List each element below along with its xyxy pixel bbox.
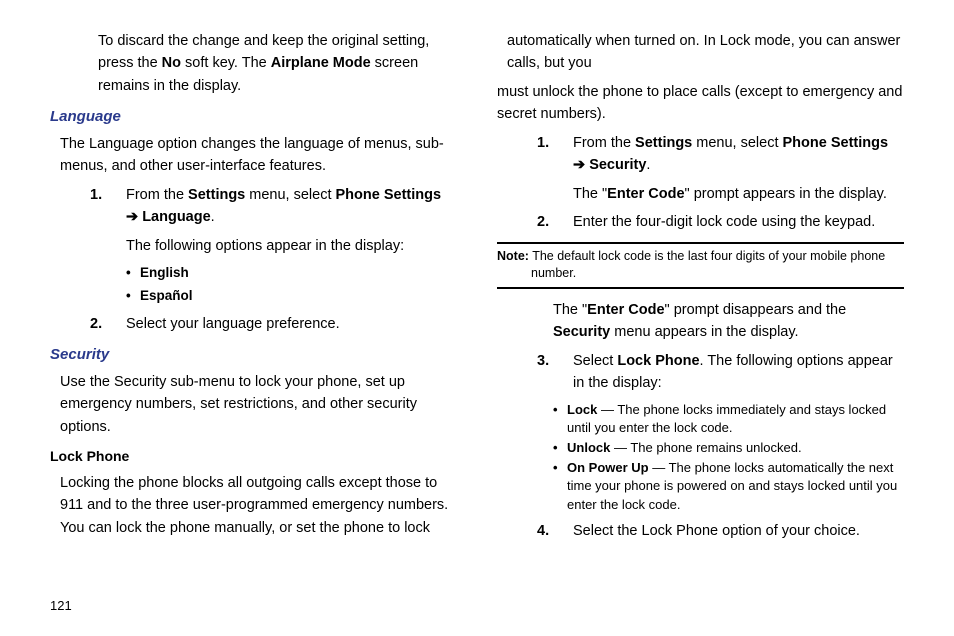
enter-code-label: Enter Code xyxy=(587,302,664,318)
text: From the xyxy=(573,135,635,151)
text: From the xyxy=(126,187,188,203)
language-step-1-sub: The following options appear in the disp… xyxy=(126,235,457,257)
settings-label: Settings xyxy=(635,135,692,151)
lock-step-1: 1. From the Settings menu, select Phone … xyxy=(497,132,904,205)
text: " prompt disappears and the xyxy=(665,302,847,318)
airplane-mode-label: Airplane Mode xyxy=(271,55,371,71)
discard-paragraph: To discard the change and keep the origi… xyxy=(98,30,457,97)
lock-phone-heading: Lock Phone xyxy=(50,446,457,468)
step-number: 4. xyxy=(537,520,549,542)
phone-settings-label: Phone Settings xyxy=(783,135,889,151)
after-note-paragraph: The "Enter Code" prompt disappears and t… xyxy=(553,299,904,344)
language-options: English Español xyxy=(50,263,457,307)
language-step-1: 1. From the Settings menu, select Phone … xyxy=(50,184,457,257)
security-intro: Use the Security sub-menu to lock your p… xyxy=(60,371,457,438)
text: Select the Lock Phone option of your cho… xyxy=(573,523,860,539)
lock-steps-cont2: 4. Select the Lock Phone option of your … xyxy=(497,520,904,542)
lock-option-on-power-up: On Power Up — The phone locks automatica… xyxy=(497,459,904,514)
text: English xyxy=(140,265,189,280)
language-option-english: English xyxy=(50,263,457,284)
lock-step-2: 2. Enter the four-digit lock code using … xyxy=(497,211,904,233)
step-number: 3. xyxy=(537,350,549,372)
page-number: 121 xyxy=(50,596,72,616)
language-label: Language xyxy=(142,209,210,225)
lock-phone-label: Lock Phone xyxy=(617,353,699,369)
text: The " xyxy=(553,302,587,318)
enter-code-label: Enter Code xyxy=(607,186,684,202)
security-label: Security xyxy=(553,324,610,340)
text: Enter the four-digit lock code using the… xyxy=(573,214,875,230)
text: Unlock xyxy=(567,440,610,455)
step-number: 1. xyxy=(537,132,549,154)
lock-step-3: 3. Select Lock Phone. The following opti… xyxy=(497,350,904,395)
step-number: 1. xyxy=(90,184,102,206)
text: The default lock code is the last four d… xyxy=(529,249,885,281)
lock-steps: 1. From the Settings menu, select Phone … xyxy=(497,132,904,234)
no-softkey: No xyxy=(162,55,181,71)
arrow-icon: ➔ xyxy=(573,157,589,173)
lock-step-4: 4. Select the Lock Phone option of your … xyxy=(497,520,904,542)
text: " prompt appears in the display. xyxy=(685,186,887,202)
text: Lock xyxy=(567,402,597,417)
text: menu, select xyxy=(692,135,782,151)
lock-step-1-sub: The "Enter Code" prompt appears in the d… xyxy=(573,183,904,205)
text: soft key. The xyxy=(181,55,271,71)
lock-option-unlock: Unlock — The phone remains unlocked. xyxy=(497,439,904,457)
language-steps-cont: 2. Select your language preference. xyxy=(50,313,457,335)
settings-label: Settings xyxy=(188,187,245,203)
text: Español xyxy=(140,288,193,303)
manual-page: To discard the change and keep the origi… xyxy=(0,0,954,636)
language-steps: 1. From the Settings menu, select Phone … xyxy=(50,184,457,257)
language-intro: The Language option changes the language… xyxy=(60,133,457,178)
note-box: Note: The default lock code is the last … xyxy=(497,242,904,289)
text: . xyxy=(646,157,650,173)
text: — The phone remains unlocked. xyxy=(610,440,801,455)
text: Select your language preference. xyxy=(126,316,340,332)
arrow-icon: ➔ xyxy=(126,209,142,225)
step-number: 2. xyxy=(537,211,549,233)
step-number: 2. xyxy=(90,313,102,335)
text: — The phone locks immediately and stays … xyxy=(567,402,886,435)
text: . xyxy=(211,209,215,225)
language-step-2: 2. Select your language preference. xyxy=(50,313,457,335)
language-heading: Language xyxy=(50,105,457,128)
text: Select xyxy=(573,353,617,369)
note-text: Note: The default lock code is the last … xyxy=(497,248,904,283)
text: On Power Up xyxy=(567,460,649,475)
lock-options: Lock — The phone locks immediately and s… xyxy=(497,401,904,514)
lock-phone-intro-cont: must unlock the phone to place calls (ex… xyxy=(497,81,904,126)
language-option-espanol: Español xyxy=(50,286,457,307)
security-label: Security xyxy=(589,157,646,173)
phone-settings-label: Phone Settings xyxy=(336,187,442,203)
lock-steps-cont: 3. Select Lock Phone. The following opti… xyxy=(497,350,904,395)
lock-option-lock: Lock — The phone locks immediately and s… xyxy=(497,401,904,437)
security-heading: Security xyxy=(50,343,457,366)
text: The " xyxy=(573,186,607,202)
note-label: Note: xyxy=(497,249,529,263)
two-column-layout: To discard the change and keep the origi… xyxy=(50,30,904,570)
text: menu, select xyxy=(245,187,335,203)
text: menu appears in the display. xyxy=(610,324,798,340)
